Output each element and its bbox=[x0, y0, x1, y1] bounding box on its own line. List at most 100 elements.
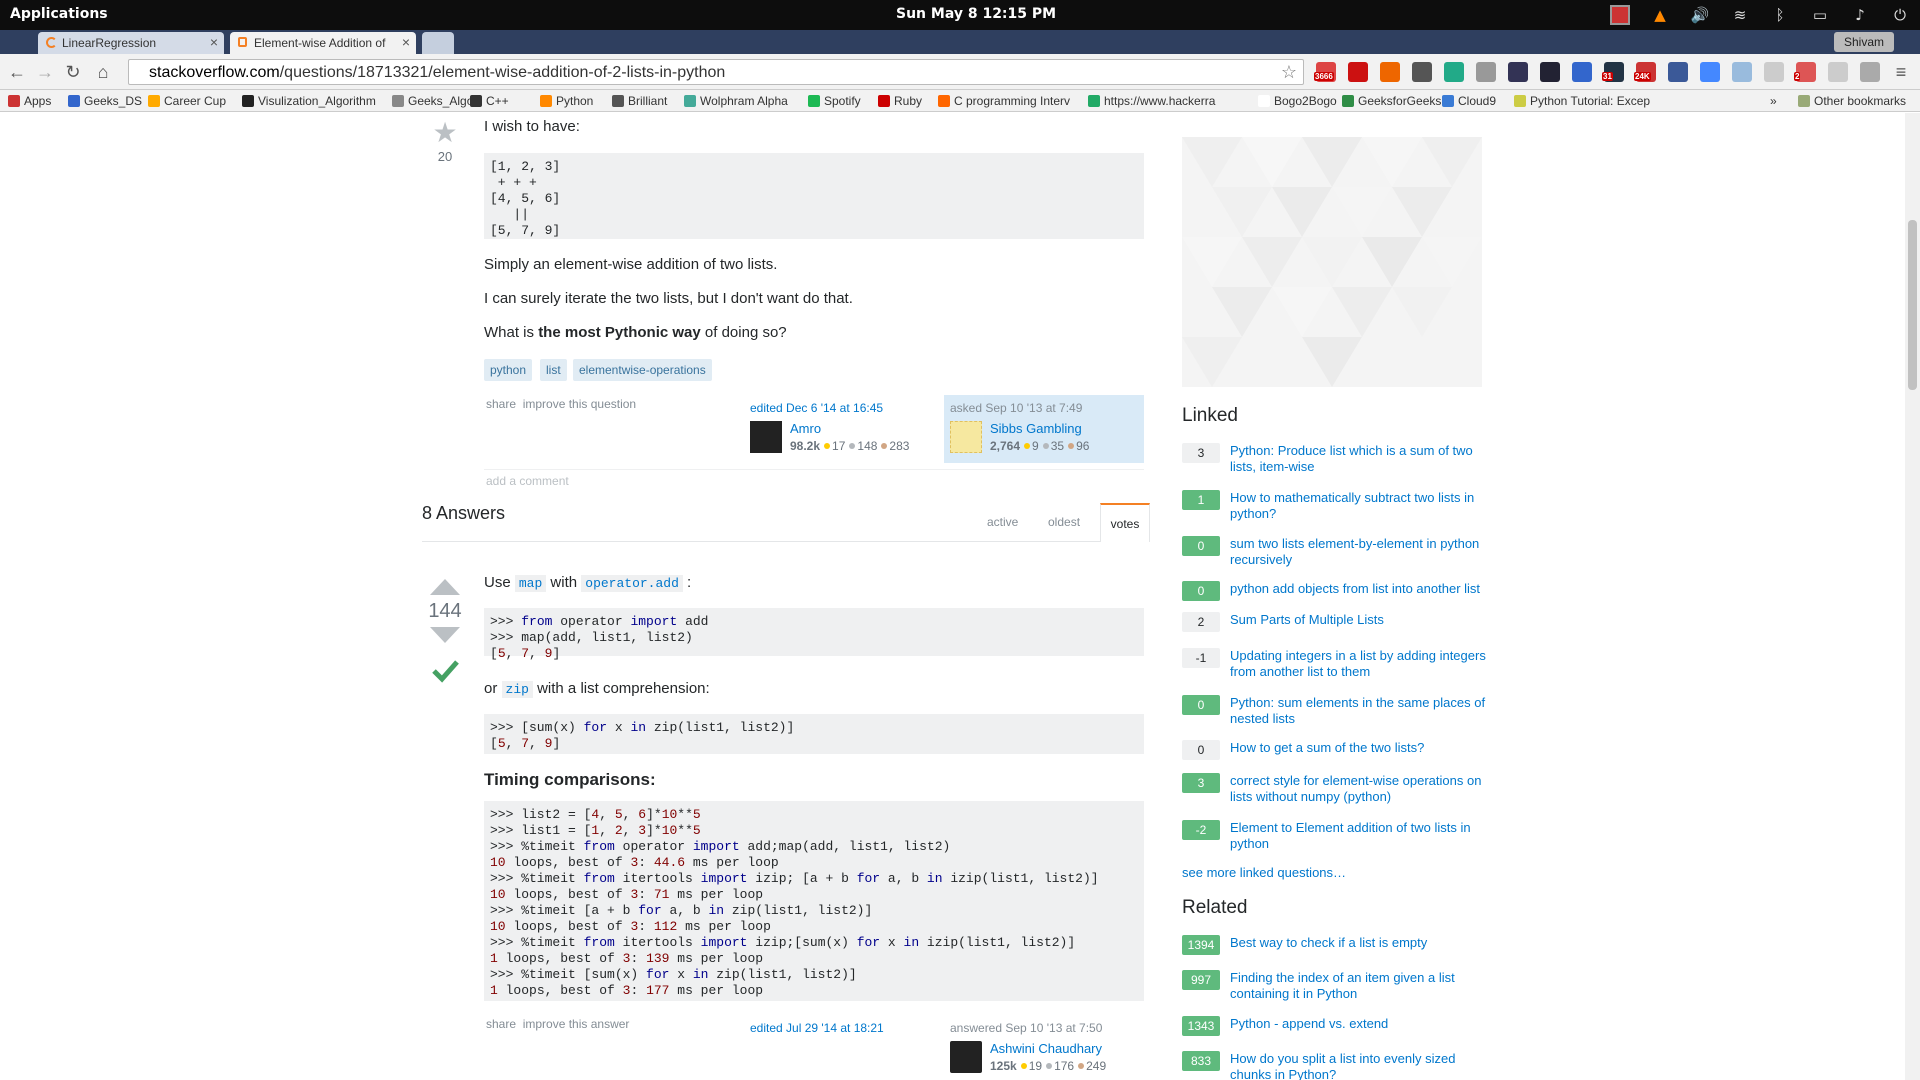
scrollbar-thumb[interactable] bbox=[1908, 220, 1917, 390]
tab-element-wise[interactable]: Element-wise Addition of × bbox=[230, 32, 416, 54]
related-question-link[interactable]: Best way to check if a list is empty bbox=[1230, 935, 1490, 951]
share-question-link[interactable]: share bbox=[486, 397, 516, 411]
downvote-icon[interactable] bbox=[430, 625, 460, 643]
bookmark-geeksforgeeks[interactable]: GeeksforGeeks bbox=[1342, 94, 1441, 108]
acrobat-icon[interactable] bbox=[1348, 62, 1368, 82]
answerer-name[interactable]: Ashwini Chaudhary bbox=[990, 1041, 1106, 1056]
answerer-avatar[interactable] bbox=[950, 1041, 982, 1073]
translate-icon[interactable] bbox=[1700, 62, 1720, 82]
linked-question-link[interactable]: correct style for element-wise operation… bbox=[1230, 773, 1490, 805]
back-icon[interactable]: ← bbox=[6, 61, 28, 83]
question-edited-link[interactable]: edited Dec 6 '14 at 16:45 bbox=[750, 401, 883, 415]
bookmark-https-www-hackerra[interactable]: https://www.hackerra bbox=[1088, 94, 1215, 108]
bookmark-spotify[interactable]: Spotify bbox=[808, 94, 861, 108]
upvote-icon[interactable] bbox=[430, 577, 460, 595]
linked-question-link[interactable]: How to mathematically subtract two lists… bbox=[1230, 490, 1490, 522]
answer-edited-link[interactable]: edited Jul 29 '14 at 18:21 bbox=[750, 1021, 884, 1035]
linked-question-link[interactable]: Element to Element addition of two lists… bbox=[1230, 820, 1490, 852]
linked-question-link[interactable]: sum two lists element-by-element in pyth… bbox=[1230, 536, 1490, 568]
asker-avatar[interactable] bbox=[950, 421, 982, 453]
related-question-link[interactable]: How do you split a list into evenly size… bbox=[1230, 1051, 1490, 1080]
new-tab-button[interactable] bbox=[422, 32, 454, 54]
bluetooth-icon[interactable]: ᛒ bbox=[1770, 5, 1790, 25]
shield-ext-icon[interactable] bbox=[1860, 62, 1880, 82]
bookmark-star-icon[interactable]: ☆ bbox=[1281, 62, 1297, 83]
home-icon[interactable]: ⌂ bbox=[92, 61, 114, 83]
bookmark-c[interactable]: C++ bbox=[470, 94, 509, 108]
ext-red-icon[interactable]: 2 bbox=[1794, 62, 1816, 82]
linked-question-link[interactable]: Updating integers in a list by adding in… bbox=[1230, 648, 1490, 680]
zip-code[interactable]: zip bbox=[501, 681, 533, 698]
battery-icon[interactable]: ▭ bbox=[1810, 5, 1830, 25]
circle-icon[interactable] bbox=[1764, 62, 1784, 82]
close-tab-icon[interactable]: × bbox=[402, 34, 410, 50]
tab-linear-regression[interactable]: LinearRegression × bbox=[38, 32, 224, 54]
linked-question-link[interactable]: Python: Produce list which is a sum of t… bbox=[1230, 443, 1490, 475]
volume-icon[interactable]: 🔊 bbox=[1690, 5, 1710, 25]
bookmark-python[interactable]: Python bbox=[540, 94, 593, 108]
gear-ext-icon[interactable] bbox=[1412, 62, 1432, 82]
menu-icon[interactable]: ≡ bbox=[1890, 61, 1912, 83]
bookmark-ruby[interactable]: Ruby bbox=[878, 94, 922, 108]
bookmark-geeks-algo[interactable]: Geeks_Algo bbox=[392, 94, 473, 108]
tag-elementwise-operations[interactable]: elementwise-operations bbox=[573, 359, 712, 381]
notification-icon[interactable]: ♪ bbox=[1850, 5, 1870, 25]
editor-name[interactable]: Amro bbox=[790, 421, 909, 436]
record-icon[interactable] bbox=[1610, 5, 1630, 25]
add-comment-link[interactable]: add a comment bbox=[486, 474, 569, 488]
bookmark-brilliant[interactable]: Brilliant bbox=[612, 94, 667, 108]
bookmark-apps[interactable]: Apps bbox=[8, 94, 51, 108]
bookmark-python-tutorial-excep[interactable]: Python Tutorial: Excep bbox=[1514, 94, 1650, 108]
map-code[interactable]: map bbox=[514, 575, 547, 592]
linked-question-link[interactable]: Python: sum elements in the same places … bbox=[1230, 695, 1490, 727]
vlc-icon[interactable]: ▲ bbox=[1650, 5, 1670, 25]
tool-icon[interactable] bbox=[1572, 62, 1592, 82]
linked-question-link[interactable]: Sum Parts of Multiple Lists bbox=[1230, 612, 1490, 628]
applications-menu[interactable]: Applications bbox=[10, 6, 108, 22]
block-icon[interactable] bbox=[1508, 62, 1528, 82]
h-icon[interactable] bbox=[1540, 62, 1560, 82]
share-answer-link[interactable]: share bbox=[486, 1017, 516, 1031]
address-bar[interactable]: stackoverflow.com/questions/18713321/ele… bbox=[128, 59, 1304, 85]
bookmark-wolphram-alpha[interactable]: Wolphram Alpha bbox=[684, 94, 788, 108]
gmail-icon[interactable]: 3666 bbox=[1314, 62, 1336, 82]
asker-name[interactable]: Sibbs Gambling bbox=[990, 421, 1089, 436]
favorite-star-icon[interactable]: ★ bbox=[420, 119, 470, 147]
close-tab-icon[interactable]: × bbox=[210, 34, 218, 50]
bookmark-career-cup[interactable]: Career Cup bbox=[148, 94, 226, 108]
reload-icon[interactable]: ↻ bbox=[62, 61, 84, 83]
bookmark-geeks-ds[interactable]: Geeks_DS bbox=[68, 94, 142, 108]
bookmark-other-bookmarks[interactable]: Other bookmarks bbox=[1798, 94, 1906, 108]
dropbox-icon[interactable] bbox=[1732, 62, 1752, 82]
globe-icon[interactable] bbox=[1828, 62, 1848, 82]
tag-list[interactable]: list bbox=[540, 359, 567, 381]
download-icon[interactable] bbox=[1476, 62, 1496, 82]
wifi-icon[interactable]: ≋ bbox=[1730, 5, 1750, 25]
clock[interactable]: Sun May 8 12:15 PM bbox=[896, 6, 1056, 22]
power-icon[interactable]: ⏻ bbox=[1890, 5, 1910, 25]
fire-icon[interactable] bbox=[1380, 62, 1400, 82]
see-more-linked[interactable]: see more linked questions… bbox=[1182, 865, 1346, 880]
brackets-icon[interactable]: 31 bbox=[1602, 62, 1624, 82]
related-question-link[interactable]: Finding the index of an item given a lis… bbox=[1230, 970, 1490, 1002]
forward-icon[interactable]: → bbox=[34, 61, 56, 83]
improve-question-link[interactable]: improve this question bbox=[523, 397, 636, 411]
operator-add-code[interactable]: operator.add bbox=[581, 575, 683, 592]
profile-button[interactable]: Shivam bbox=[1834, 32, 1894, 52]
bookmark-c-programming-interv[interactable]: C programming Interv bbox=[938, 94, 1070, 108]
drive-icon[interactable] bbox=[1444, 62, 1464, 82]
improve-answer-link[interactable]: improve this answer bbox=[523, 1017, 630, 1031]
bookmark-visulization-algorithm[interactable]: Visulization_Algorithm bbox=[242, 94, 376, 108]
sort-oldest[interactable]: oldest bbox=[1048, 515, 1080, 529]
bookmark-bogo2bogo[interactable]: Bogo2Bogo bbox=[1258, 94, 1337, 108]
linked-question-link[interactable]: How to get a sum of the two lists? bbox=[1230, 740, 1490, 756]
bookmark-cloud9[interactable]: Cloud9 bbox=[1442, 94, 1496, 108]
sort-active[interactable]: active bbox=[987, 515, 1018, 529]
linked-question-link[interactable]: python add objects from list into anothe… bbox=[1230, 581, 1490, 597]
tag-python[interactable]: python bbox=[484, 359, 533, 381]
editor-avatar[interactable] bbox=[750, 421, 782, 453]
mail-icon[interactable]: 24K bbox=[1634, 62, 1656, 82]
related-question-link[interactable]: Python - append vs. extend bbox=[1230, 1016, 1490, 1032]
sort-votes[interactable]: votes bbox=[1100, 503, 1150, 542]
bookmarks-overflow-icon[interactable]: » bbox=[1770, 94, 1777, 108]
